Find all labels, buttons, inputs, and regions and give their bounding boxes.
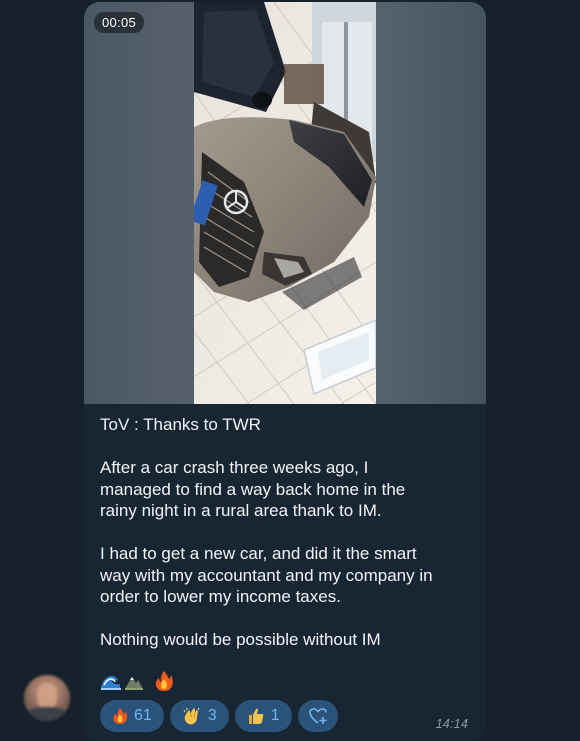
message-bubble: 00:05 ToV : Thanks to TWR After a car cr… bbox=[84, 2, 486, 741]
reaction-fire[interactable]: 61 bbox=[100, 700, 164, 732]
reaction-count: 3 bbox=[207, 707, 217, 724]
caption-line: order to lower my income taxes. bbox=[100, 587, 341, 606]
avatar-shirt bbox=[26, 707, 68, 721]
reaction-count: 1 bbox=[270, 707, 280, 724]
message-timestamp: 14:14 bbox=[435, 716, 468, 731]
caption-line: Nothing would be possible without IM bbox=[100, 630, 381, 649]
video-thumbnail[interactable]: 00:05 bbox=[84, 2, 486, 404]
caption-line: ToV : Thanks to TWR bbox=[100, 415, 261, 434]
sender-avatar[interactable] bbox=[24, 675, 70, 721]
fire-emoji-icon bbox=[155, 671, 173, 691]
reaction-count: 61 bbox=[134, 707, 152, 724]
car-showroom-frame bbox=[194, 2, 376, 404]
reaction-clapping-hands[interactable]: 3 bbox=[169, 700, 229, 732]
caption-line: rainy night in a rural area thank to IM. bbox=[100, 501, 382, 520]
fire-icon bbox=[113, 708, 128, 724]
thumbs-up-icon bbox=[248, 708, 264, 724]
caption-line: I had to get a new car, and did it the s… bbox=[100, 544, 417, 563]
caption-line: managed to find a way back home in the bbox=[100, 479, 406, 499]
wave-emoji-icon bbox=[101, 676, 121, 690]
avatar-face bbox=[37, 683, 57, 709]
add-reaction-icon bbox=[308, 708, 327, 724]
reactions-bar: 61 3 1 bbox=[100, 700, 338, 732]
add-reaction-button[interactable] bbox=[297, 700, 338, 732]
message-text: ToV : Thanks to TWR After a car crash th… bbox=[100, 414, 472, 651]
video-duration-badge: 00:05 bbox=[94, 12, 145, 33]
clapping-hands-icon bbox=[183, 707, 200, 725]
reaction-thumbs-up[interactable]: 1 bbox=[234, 700, 292, 732]
caption-line: way with my accountant and my company in bbox=[100, 565, 433, 585]
caption-line: After a car crash three weeks ago, I bbox=[100, 458, 369, 477]
emoji-line bbox=[100, 670, 174, 692]
mountain-emoji-icon bbox=[125, 677, 143, 690]
